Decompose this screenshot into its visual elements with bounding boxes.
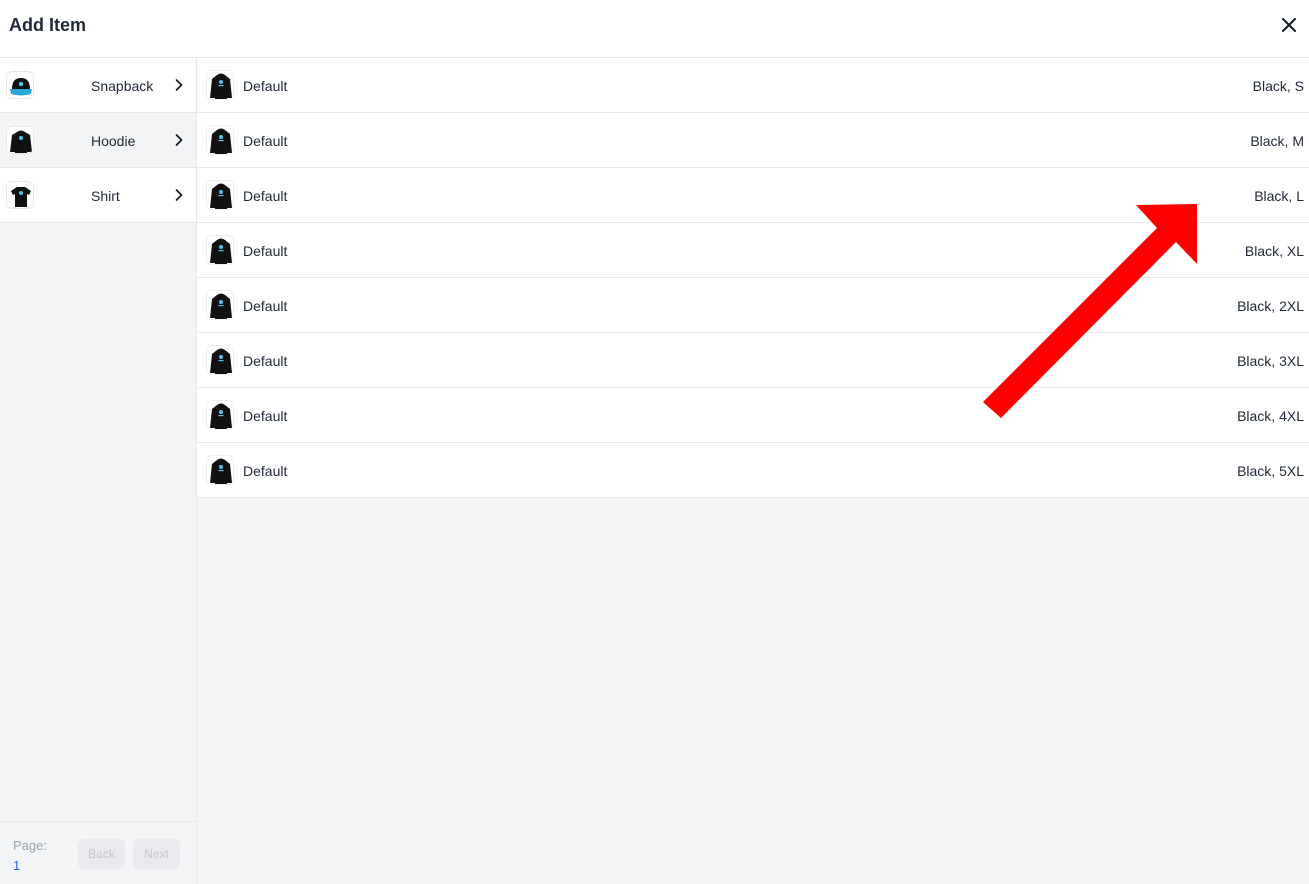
category-item-hoodie[interactable]: Hoodie — [0, 113, 196, 168]
variant-row[interactable]: Default Black, S — [197, 58, 1309, 113]
variant-options: Black, 3XL — [1237, 353, 1304, 369]
variant-name: Default — [243, 408, 288, 424]
variant-row[interactable]: Default Black, M — [197, 113, 1309, 168]
hoodie-thumbnail — [206, 455, 234, 485]
category-item-snapback[interactable]: Snapback — [0, 58, 196, 113]
variant-row[interactable]: Default Black, 2XL — [197, 278, 1309, 333]
snapback-thumbnail — [6, 71, 34, 99]
hoodie-thumbnail — [206, 235, 234, 265]
category-sidebar: Snapback Hoodie Shirt Page: 1 Back Next — [0, 58, 197, 884]
chevron-right-icon — [175, 189, 183, 201]
variant-options: Black, L — [1254, 188, 1304, 204]
variant-name: Default — [243, 298, 288, 314]
pagination-footer: Page: 1 Back Next — [0, 821, 196, 884]
variant-row[interactable]: Default Black, L — [197, 168, 1309, 223]
back-button[interactable]: Back — [78, 839, 125, 869]
dialog-title: Add Item — [9, 15, 87, 35]
dialog-header: Add Item — [0, 0, 1309, 58]
hoodie-thumbnail — [206, 180, 234, 210]
hoodie-thumbnail — [6, 126, 34, 154]
variant-name: Default — [243, 133, 288, 149]
variant-row[interactable]: Default Black, XL — [197, 223, 1309, 278]
page-number: 1 — [13, 858, 21, 873]
variant-row[interactable]: Default Black, 3XL — [197, 333, 1309, 388]
variant-name: Default — [243, 188, 288, 204]
hoodie-thumbnail — [206, 70, 234, 100]
variant-name: Default — [243, 353, 288, 369]
hoodie-thumbnail — [206, 125, 234, 155]
variant-options: Black, 4XL — [1237, 408, 1304, 424]
variant-name: Default — [243, 463, 288, 479]
variant-row[interactable]: Default Black, 5XL — [197, 443, 1309, 498]
close-icon — [1282, 18, 1296, 32]
category-label: Snapback — [91, 78, 154, 94]
hoodie-thumbnail — [206, 345, 234, 375]
variant-options: Black, M — [1250, 133, 1304, 149]
variant-row[interactable]: Default Black, 4XL — [197, 388, 1309, 443]
variant-options: Black, 2XL — [1237, 298, 1304, 314]
hoodie-thumbnail — [206, 400, 234, 430]
variant-options: Black, S — [1252, 78, 1304, 94]
hoodie-thumbnail — [206, 290, 234, 320]
close-button[interactable] — [1279, 13, 1299, 37]
chevron-right-icon — [175, 134, 183, 146]
shirt-thumbnail — [6, 181, 34, 209]
variant-name: Default — [243, 78, 288, 94]
category-label: Hoodie — [91, 133, 136, 149]
variant-options: Black, 5XL — [1237, 463, 1304, 479]
chevron-right-icon — [175, 79, 183, 91]
variant-options: Black, XL — [1244, 243, 1304, 259]
next-button[interactable]: Next — [133, 839, 180, 869]
page-label: Page: — [13, 838, 47, 853]
variant-list: Default Black, S Default Black, M Default Bla… — [197, 58, 1309, 884]
variant-name: Default — [243, 243, 288, 259]
category-label: Shirt — [91, 188, 120, 204]
category-item-shirt[interactable]: Shirt — [0, 168, 196, 223]
